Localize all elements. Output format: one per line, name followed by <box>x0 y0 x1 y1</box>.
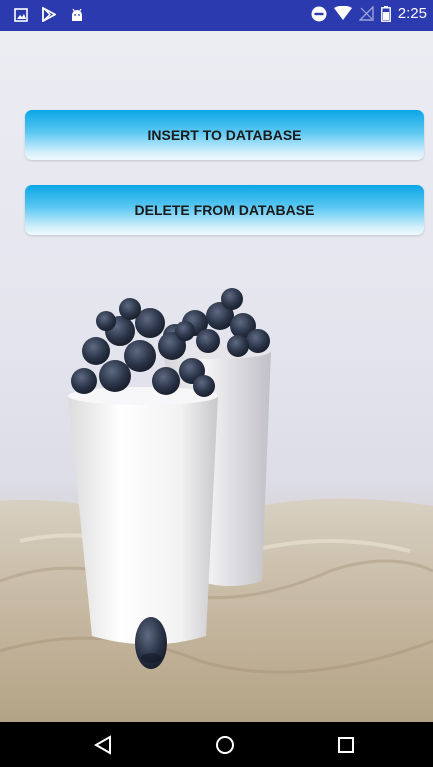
do-not-disturb-icon <box>311 6 327 21</box>
play-store-icon <box>42 7 56 22</box>
main-content: INSERT TO DATABASE DELETE FROM DATABASE <box>0 31 433 722</box>
back-button[interactable] <box>73 722 133 767</box>
home-circle-icon <box>216 735 234 754</box>
status-time: 2:25 <box>397 5 427 22</box>
insert-to-database-button[interactable]: INSERT TO DATABASE <box>25 110 424 160</box>
navigation-bar <box>0 722 433 767</box>
status-bar: 2:25 <box>0 0 433 31</box>
battery-icon <box>380 5 391 22</box>
status-bar-system-icons: 2:25 <box>311 5 427 22</box>
home-button[interactable] <box>195 722 255 767</box>
image-icon <box>14 7 28 22</box>
no-signal-icon <box>358 6 374 21</box>
status-bar-notifications <box>14 7 84 22</box>
blueberries-background-image <box>0 288 433 722</box>
recents-button[interactable] <box>316 722 376 767</box>
recents-square-icon <box>338 736 354 753</box>
app-screen: 2:25 INSERT TO DATABASE DELETE FROM DATA… <box>0 0 433 767</box>
back-triangle-icon <box>94 734 111 755</box>
wifi-icon <box>333 6 352 20</box>
delete-from-database-button[interactable]: DELETE FROM DATABASE <box>25 185 424 235</box>
android-icon <box>72 8 82 21</box>
